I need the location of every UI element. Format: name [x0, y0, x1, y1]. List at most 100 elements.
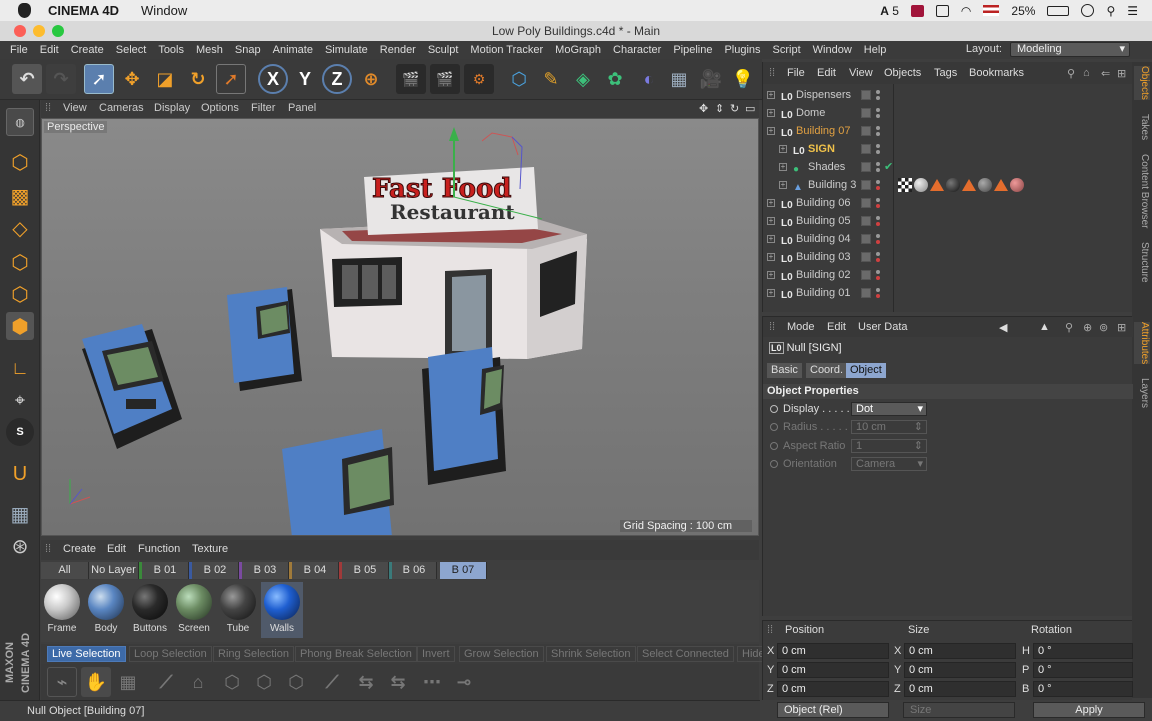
- line-tool-icon[interactable]: ⌁: [47, 667, 77, 697]
- layout-dropdown[interactable]: Modeling ▾: [1010, 42, 1130, 57]
- deformer-icon[interactable]: ◐: [634, 64, 664, 94]
- size-y-field[interactable]: 0 cm: [904, 662, 1016, 678]
- size-x-field[interactable]: 0 cm: [904, 643, 1016, 659]
- visibility-dots[interactable]: [876, 160, 880, 174]
- selection-tag-icon[interactable]: [962, 179, 976, 191]
- visibility-dots[interactable]: [876, 232, 880, 246]
- material-frame[interactable]: Frame: [41, 582, 83, 638]
- visibility-dots[interactable]: [876, 268, 880, 282]
- move-tool-button[interactable]: ✥: [117, 64, 147, 94]
- object-row[interactable]: + L0 Building 04: [763, 230, 1133, 248]
- record-icon[interactable]: [910, 4, 924, 17]
- expand-toggle[interactable]: +: [767, 289, 775, 297]
- pen-spline-icon[interactable]: ✎: [536, 64, 566, 94]
- edges-mode-icon[interactable]: ⬡: [6, 280, 34, 308]
- object-row[interactable]: + L0 Building 06: [763, 194, 1133, 212]
- settings-icon[interactable]: ⊚: [1099, 321, 1108, 334]
- select-connected-button[interactable]: Select Connected: [637, 646, 734, 662]
- back-icon[interactable]: ⇐: [1101, 67, 1110, 80]
- cloner-icon[interactable]: ✿: [600, 64, 630, 94]
- live-selection-button[interactable]: Live Selection: [47, 646, 126, 662]
- side-tab-content-browser[interactable]: Content Browser: [1134, 154, 1150, 228]
- layer-color-box[interactable]: [861, 198, 871, 208]
- am-menu-edit[interactable]: Edit: [827, 321, 846, 333]
- menu-tools[interactable]: Tools: [158, 44, 184, 56]
- subdivision-surface-icon[interactable]: ◈: [568, 64, 598, 94]
- viewport-menu-panel[interactable]: Panel: [288, 102, 316, 114]
- selection-tag-icon[interactable]: [994, 179, 1008, 191]
- object-name[interactable]: SIGN: [808, 140, 835, 158]
- om-menu-view[interactable]: View: [849, 67, 873, 79]
- expand-toggle[interactable]: +: [767, 271, 775, 279]
- snapping-icon[interactable]: S: [6, 418, 34, 446]
- object-name[interactable]: Building 04: [796, 230, 850, 248]
- render-settings-icon[interactable]: ⚙: [464, 64, 494, 94]
- rotate-tool-button[interactable]: ↻: [183, 64, 213, 94]
- back-arrow-icon[interactable]: ◀: [999, 321, 1007, 334]
- render-view-icon[interactable]: 🎬: [396, 64, 426, 94]
- layer-color-box[interactable]: [861, 180, 871, 190]
- attr-tab-basic[interactable]: Basic: [767, 363, 802, 378]
- weld-tool-icon[interactable]: ⇆: [351, 667, 381, 697]
- om-menu-edit[interactable]: Edit: [817, 67, 836, 79]
- select-tool-button[interactable]: ➚: [84, 64, 114, 94]
- side-tab-attributes[interactable]: Attributes: [1134, 322, 1150, 365]
- menu-plugins[interactable]: Plugins: [724, 44, 760, 56]
- om-menu-tags[interactable]: Tags: [934, 67, 957, 79]
- light-icon[interactable]: 💡: [728, 64, 758, 94]
- tweak-mode-icon[interactable]: ⌖: [6, 386, 34, 414]
- up-arrow-icon[interactable]: ▲: [1039, 321, 1050, 333]
- viewport-menu-view[interactable]: View: [63, 102, 87, 114]
- object-name[interactable]: Building 06: [796, 194, 850, 212]
- search-icon[interactable]: ⚲: [1065, 321, 1073, 334]
- points-mode-icon[interactable]: ⬡: [6, 248, 34, 276]
- menu-file[interactable]: File: [10, 44, 28, 56]
- search-icon[interactable]: ⚲: [1106, 4, 1115, 18]
- shrink-selection-button[interactable]: Shrink Selection: [546, 646, 636, 662]
- menu-help[interactable]: Help: [864, 44, 887, 56]
- input-source-icon[interactable]: A 5: [880, 4, 899, 18]
- object-row[interactable]: + L0 Dispensers: [763, 86, 1133, 104]
- object-name[interactable]: Building 02: [796, 266, 850, 284]
- animate-radio[interactable]: [770, 442, 778, 450]
- rotation-h-field[interactable]: 0 °: [1033, 643, 1133, 659]
- maximize-icon[interactable]: ▭: [745, 102, 755, 115]
- extrude-inner-icon[interactable]: ⬡: [249, 667, 279, 697]
- material-tag-icon[interactable]: [914, 178, 928, 192]
- expand-toggle[interactable]: +: [767, 91, 775, 99]
- object-name[interactable]: Building 03: [796, 248, 850, 266]
- battery-icon[interactable]: [1047, 5, 1070, 16]
- viewport-menu-display[interactable]: Display: [154, 102, 190, 114]
- flag-icon[interactable]: [983, 5, 1000, 16]
- rotation-p-field[interactable]: 0 °: [1033, 662, 1133, 678]
- model-mode-icon[interactable]: ⬡: [6, 148, 34, 176]
- magnet-icon[interactable]: U: [6, 460, 34, 488]
- object-row[interactable]: + L0 Building 03: [763, 248, 1133, 266]
- expand-toggle[interactable]: +: [767, 127, 775, 135]
- layer-tab-b07[interactable]: B 07: [437, 562, 487, 579]
- layer-tab-b06[interactable]: B 06: [389, 562, 437, 579]
- menu-edit[interactable]: Edit: [40, 44, 59, 56]
- material-menu-create[interactable]: Create: [63, 543, 96, 555]
- object-name[interactable]: Building 01: [796, 284, 850, 302]
- position-z-field[interactable]: 0 cm: [777, 681, 889, 697]
- expand-toggle[interactable]: +: [767, 109, 775, 117]
- visibility-dots[interactable]: [876, 250, 880, 264]
- camera-icon[interactable]: [935, 4, 949, 17]
- material-tag-icon[interactable]: [978, 178, 992, 192]
- object-name[interactable]: Building 07: [796, 122, 850, 140]
- material-tag-icon[interactable]: [946, 178, 960, 192]
- pan-icon[interactable]: ✥: [699, 102, 708, 115]
- radius-field[interactable]: 10 cm ⇕: [851, 420, 927, 434]
- app-menu[interactable]: CINEMA 4D: [48, 3, 119, 18]
- bridge-tool-icon[interactable]: ⌂: [183, 667, 213, 697]
- animate-radio[interactable]: [770, 405, 778, 413]
- aspect-ratio-field[interactable]: 1 ⇕: [851, 439, 927, 453]
- coordinate-system-icon[interactable]: ⊕: [356, 64, 386, 94]
- layer-tab-b02[interactable]: B 02: [189, 562, 239, 579]
- layer-tab-no-layer[interactable]: No Layer: [89, 562, 139, 579]
- redo-button[interactable]: ↷: [46, 64, 76, 94]
- attr-tab-coord[interactable]: Coord.: [806, 363, 848, 378]
- visibility-dots[interactable]: [876, 286, 880, 300]
- viewport[interactable]: Fast Food Restaurant Perspective Grid Sp…: [41, 118, 759, 536]
